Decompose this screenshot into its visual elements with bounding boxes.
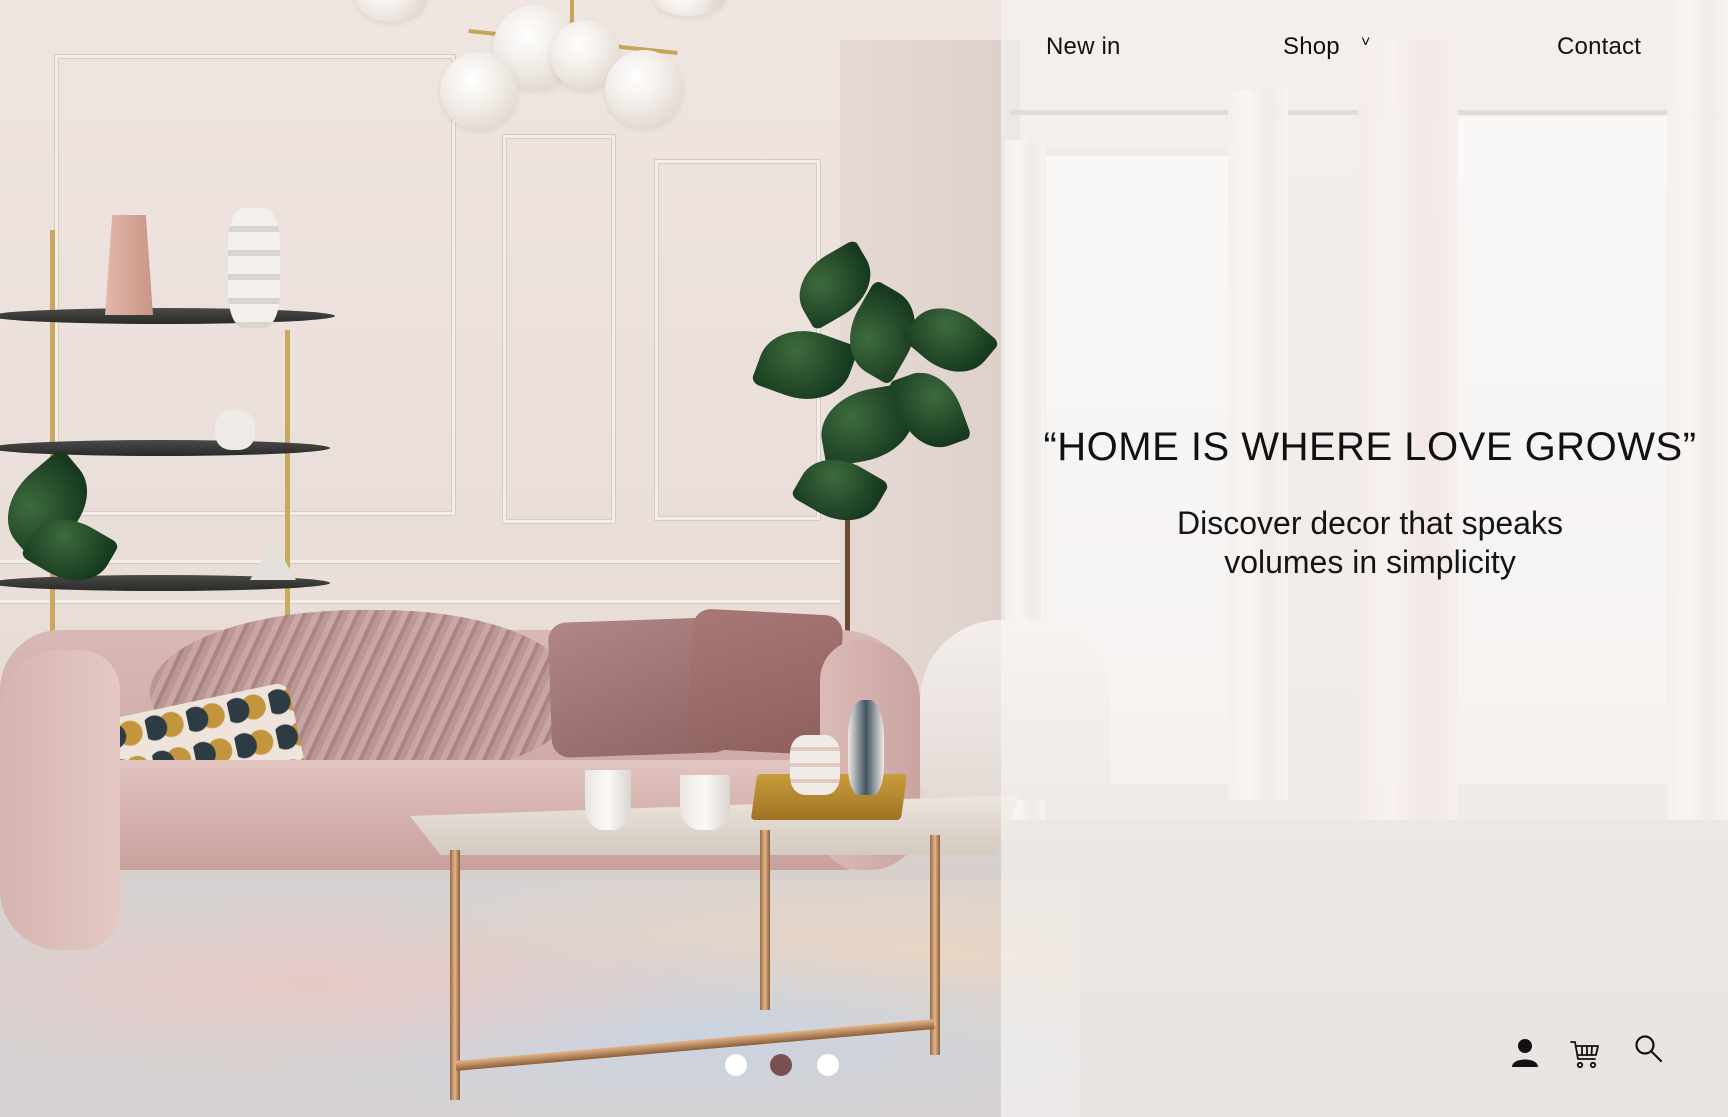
chevron-down-icon[interactable]: ˅: [1361, 34, 1370, 52]
rug: [0, 880, 1080, 1117]
flower-pot: [680, 775, 730, 830]
flower-pot: [585, 770, 631, 830]
nav-new-in[interactable]: New in: [1046, 33, 1121, 61]
chandelier-bulb: [653, 0, 725, 16]
hero-headline: “HOME IS WHERE LOVE GROWS”: [1043, 425, 1697, 469]
planter: [215, 410, 255, 450]
hero-page: New in Shop ˅ Contact “HOME IS WHERE LOV…: [0, 0, 1728, 1117]
plant-stem: [845, 520, 850, 640]
chandelier-bulb: [355, 0, 427, 22]
vase: [105, 215, 153, 315]
shelf: [0, 440, 330, 456]
table-leg: [760, 830, 770, 1010]
shelf: [0, 308, 335, 324]
user-icon[interactable]: [1511, 1038, 1539, 1068]
jar: [790, 735, 840, 795]
chandelier-bulb: [440, 52, 518, 130]
vase: [228, 208, 280, 328]
carousel-dot-2[interactable]: [770, 1054, 792, 1076]
wall-panel: [503, 135, 615, 523]
chandelier-bulb: [605, 50, 683, 128]
wainscot-line: [0, 560, 860, 563]
bud-vase: [848, 700, 884, 795]
hero-subline: Discover decor that speaks volumes in si…: [1177, 505, 1563, 580]
nav-shop[interactable]: Shop: [1283, 33, 1340, 61]
carousel-dot-3[interactable]: [817, 1054, 839, 1076]
sofa-arm: [0, 650, 120, 950]
search-icon[interactable]: [1634, 1034, 1664, 1064]
nav-contact[interactable]: Contact: [1557, 33, 1641, 61]
carousel-dot-1[interactable]: [725, 1054, 747, 1076]
cart-icon[interactable]: [1570, 1039, 1600, 1069]
wainscot-line: [0, 600, 860, 603]
